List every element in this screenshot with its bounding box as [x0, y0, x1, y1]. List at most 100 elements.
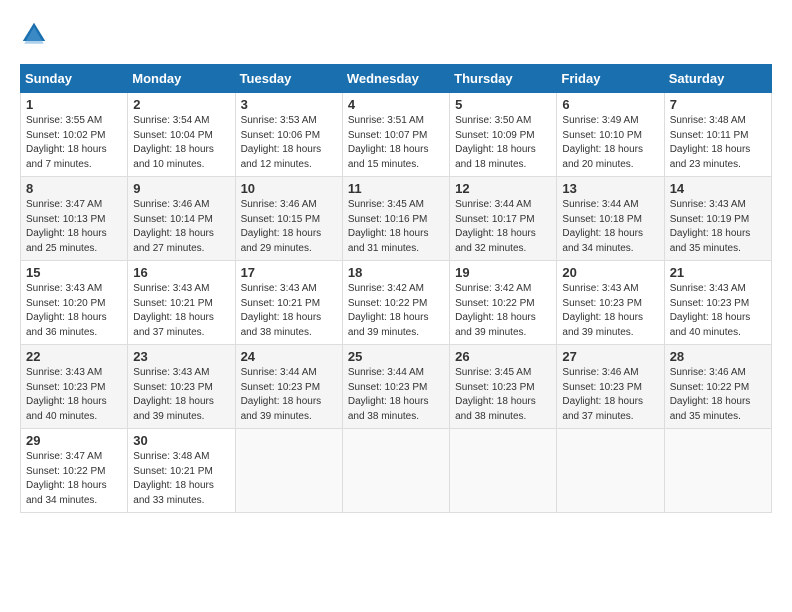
weekday-header-thursday: Thursday — [450, 65, 557, 93]
day-info: Sunrise: 3:45 AM Sunset: 10:16 PM Daylig… — [348, 198, 444, 256]
calendar-cell: 8 Sunrise: 3:47 AM Sunset: 10:13 PM Dayli… — [21, 177, 128, 261]
calendar-cell: 20 Sunrise: 3:43 AM Sunset: 10:23 PM Dayl… — [557, 261, 664, 345]
calendar-cell: 3 Sunrise: 3:53 AM Sunset: 10:06 PM Dayli… — [235, 93, 342, 177]
day-number: 9 — [133, 181, 229, 196]
day-info: Sunrise: 3:54 AM Sunset: 10:04 PM Daylig… — [133, 114, 229, 172]
calendar-cell — [235, 429, 342, 513]
day-number: 4 — [348, 97, 444, 112]
calendar-cell: 14 Sunrise: 3:43 AM Sunset: 10:19 PM Dayl… — [664, 177, 771, 261]
day-number: 23 — [133, 349, 229, 364]
week-row-1: 1 Sunrise: 3:55 AM Sunset: 10:02 PM Dayli… — [21, 93, 772, 177]
calendar-cell: 23 Sunrise: 3:43 AM Sunset: 10:23 PM Dayl… — [128, 345, 235, 429]
day-info: Sunrise: 3:46 AM Sunset: 10:23 PM Daylig… — [562, 366, 658, 424]
calendar-cell: 15Sunrise: 3:43 AM Sunset: 10:20 PM Dayl… — [21, 261, 128, 345]
calendar-cell: 25 Sunrise: 3:44 AM Sunset: 10:23 PM Dayl… — [342, 345, 449, 429]
day-number: 29 — [26, 433, 122, 448]
calendar-cell: 5Sunrise: 3:50 AM Sunset: 10:09 PM Dayli… — [450, 93, 557, 177]
day-info: Sunrise: 3:48 AM Sunset: 10:21 PM Daylig… — [133, 450, 229, 508]
day-number: 2 — [133, 97, 229, 112]
day-number: 25 — [348, 349, 444, 364]
page-header — [20, 20, 772, 48]
week-row-5: 29 Sunrise: 3:47 AM Sunset: 10:22 PM Dayl… — [21, 429, 772, 513]
day-info: Sunrise: 3:44 AM Sunset: 10:17 PM Daylig… — [455, 198, 551, 256]
calendar-cell: 4Sunrise: 3:51 AM Sunset: 10:07 PM Dayli… — [342, 93, 449, 177]
calendar-cell: 7 Sunrise: 3:48 AM Sunset: 10:11 PM Dayli… — [664, 93, 771, 177]
calendar-cell: 26 Sunrise: 3:45 AM Sunset: 10:23 PM Dayl… — [450, 345, 557, 429]
day-info: Sunrise: 3:53 AM Sunset: 10:06 PM Daylig… — [241, 114, 337, 172]
day-number: 22 — [26, 349, 122, 364]
weekday-header-monday: Monday — [128, 65, 235, 93]
day-info: Sunrise: 3:43 AM Sunset: 10:19 PM Daylig… — [670, 198, 766, 256]
calendar-cell — [664, 429, 771, 513]
calendar-cell: 2 Sunrise: 3:54 AM Sunset: 10:04 PM Dayli… — [128, 93, 235, 177]
day-number: 26 — [455, 349, 551, 364]
day-number: 8 — [26, 181, 122, 196]
day-info: Sunrise: 3:43 AM Sunset: 10:23 PM Daylig… — [562, 282, 658, 340]
weekday-header-sunday: Sunday — [21, 65, 128, 93]
day-info: Sunrise: 3:42 AM Sunset: 10:22 PM Daylig… — [348, 282, 444, 340]
week-row-2: 8 Sunrise: 3:47 AM Sunset: 10:13 PM Dayli… — [21, 177, 772, 261]
day-info: Sunrise: 3:47 AM Sunset: 10:22 PM Daylig… — [26, 450, 122, 508]
day-info: Sunrise: 3:46 AM Sunset: 10:14 PM Daylig… — [133, 198, 229, 256]
day-info: Sunrise: 3:48 AM Sunset: 10:11 PM Daylig… — [670, 114, 766, 172]
day-number: 3 — [241, 97, 337, 112]
day-number: 1 — [26, 97, 122, 112]
calendar-cell: 9 Sunrise: 3:46 AM Sunset: 10:14 PM Dayli… — [128, 177, 235, 261]
day-info: Sunrise: 3:44 AM Sunset: 10:23 PM Daylig… — [241, 366, 337, 424]
calendar-cell: 27Sunrise: 3:46 AM Sunset: 10:23 PM Dayl… — [557, 345, 664, 429]
day-number: 6 — [562, 97, 658, 112]
day-number: 11 — [348, 181, 444, 196]
day-number: 14 — [670, 181, 766, 196]
day-number: 13 — [562, 181, 658, 196]
day-number: 21 — [670, 265, 766, 280]
logo — [20, 20, 52, 48]
day-number: 18 — [348, 265, 444, 280]
day-info: Sunrise: 3:49 AM Sunset: 10:10 PM Daylig… — [562, 114, 658, 172]
day-number: 30 — [133, 433, 229, 448]
day-info: Sunrise: 3:42 AM Sunset: 10:22 PM Daylig… — [455, 282, 551, 340]
day-info: Sunrise: 3:50 AM Sunset: 10:09 PM Daylig… — [455, 114, 551, 172]
day-info: Sunrise: 3:45 AM Sunset: 10:23 PM Daylig… — [455, 366, 551, 424]
day-number: 24 — [241, 349, 337, 364]
day-info: Sunrise: 3:47 AM Sunset: 10:13 PM Daylig… — [26, 198, 122, 256]
day-number: 16 — [133, 265, 229, 280]
calendar-cell: 30 Sunrise: 3:48 AM Sunset: 10:21 PM Dayl… — [128, 429, 235, 513]
calendar-cell — [450, 429, 557, 513]
calendar-cell: 28Sunrise: 3:46 AM Sunset: 10:22 PM Dayl… — [664, 345, 771, 429]
calendar-cell: 1 Sunrise: 3:55 AM Sunset: 10:02 PM Dayli… — [21, 93, 128, 177]
calendar-cell: 19 Sunrise: 3:42 AM Sunset: 10:22 PM Dayl… — [450, 261, 557, 345]
calendar-cell: 18 Sunrise: 3:42 AM Sunset: 10:22 PM Dayl… — [342, 261, 449, 345]
day-info: Sunrise: 3:43 AM Sunset: 10:21 PM Daylig… — [133, 282, 229, 340]
weekday-header-row: SundayMondayTuesdayWednesdayThursdayFrid… — [21, 65, 772, 93]
day-info: Sunrise: 3:43 AM Sunset: 10:23 PM Daylig… — [133, 366, 229, 424]
calendar-cell: 29 Sunrise: 3:47 AM Sunset: 10:22 PM Dayl… — [21, 429, 128, 513]
day-info: Sunrise: 3:44 AM Sunset: 10:18 PM Daylig… — [562, 198, 658, 256]
calendar-cell: 10 Sunrise: 3:46 AM Sunset: 10:15 PM Dayl… — [235, 177, 342, 261]
weekday-header-saturday: Saturday — [664, 65, 771, 93]
calendar-cell — [557, 429, 664, 513]
calendar-cell: 12 Sunrise: 3:44 AM Sunset: 10:17 PM Dayl… — [450, 177, 557, 261]
calendar-table: SundayMondayTuesdayWednesdayThursdayFrid… — [20, 64, 772, 513]
day-number: 10 — [241, 181, 337, 196]
day-number: 20 — [562, 265, 658, 280]
calendar-cell: 21Sunrise: 3:43 AM Sunset: 10:23 PM Dayl… — [664, 261, 771, 345]
day-info: Sunrise: 3:44 AM Sunset: 10:23 PM Daylig… — [348, 366, 444, 424]
week-row-4: 22 Sunrise: 3:43 AM Sunset: 10:23 PM Dayl… — [21, 345, 772, 429]
day-number: 28 — [670, 349, 766, 364]
calendar-cell: 13 Sunrise: 3:44 AM Sunset: 10:18 PM Dayl… — [557, 177, 664, 261]
calendar-cell: 17Sunrise: 3:43 AM Sunset: 10:21 PM Dayl… — [235, 261, 342, 345]
day-number: 17 — [241, 265, 337, 280]
day-number: 7 — [670, 97, 766, 112]
day-number: 12 — [455, 181, 551, 196]
day-number: 19 — [455, 265, 551, 280]
calendar-cell: 16 Sunrise: 3:43 AM Sunset: 10:21 PM Dayl… — [128, 261, 235, 345]
weekday-header-friday: Friday — [557, 65, 664, 93]
calendar-cell: 24 Sunrise: 3:44 AM Sunset: 10:23 PM Dayl… — [235, 345, 342, 429]
day-info: Sunrise: 3:46 AM Sunset: 10:15 PM Daylig… — [241, 198, 337, 256]
calendar-cell — [342, 429, 449, 513]
week-row-3: 15Sunrise: 3:43 AM Sunset: 10:20 PM Dayl… — [21, 261, 772, 345]
weekday-header-wednesday: Wednesday — [342, 65, 449, 93]
calendar-cell: 22Sunrise: 3:43 AM Sunset: 10:23 PM Dayl… — [21, 345, 128, 429]
day-info: Sunrise: 3:55 AM Sunset: 10:02 PM Daylig… — [26, 114, 122, 172]
day-info: Sunrise: 3:43 AM Sunset: 10:20 PM Daylig… — [26, 282, 122, 340]
